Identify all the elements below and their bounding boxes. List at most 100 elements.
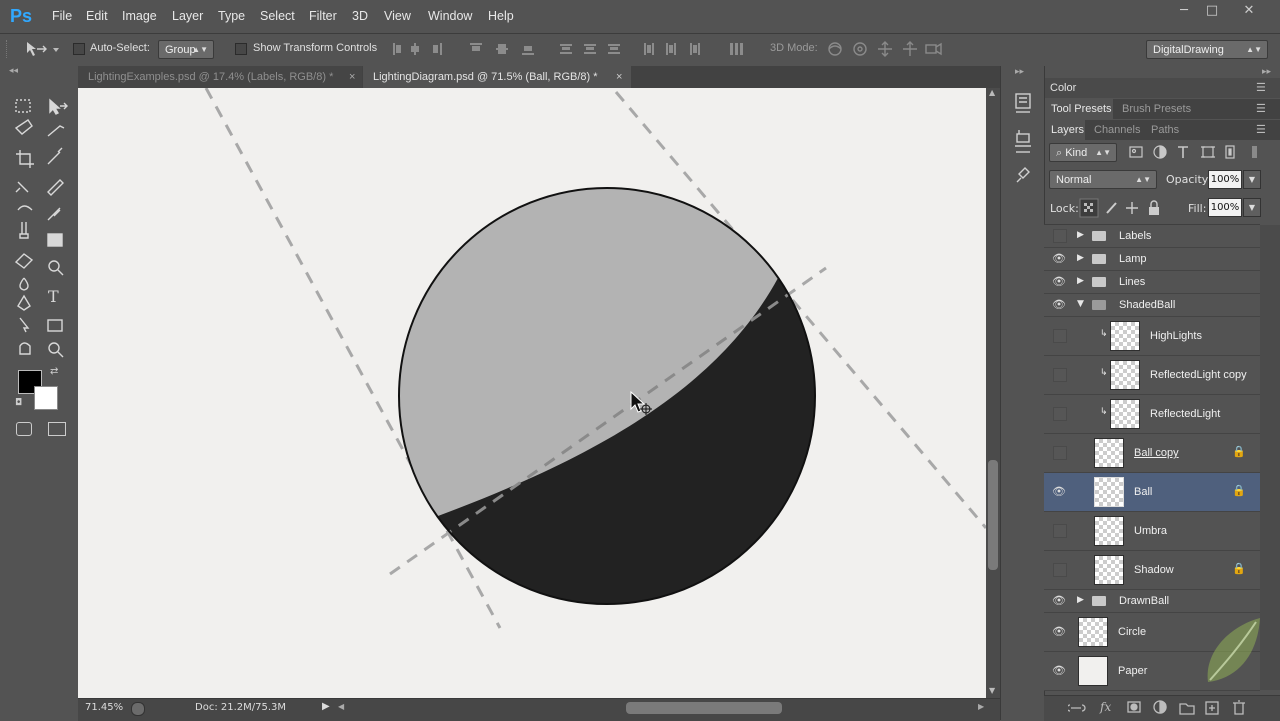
color-panel-header[interactable]: Color ☰ <box>1045 78 1280 98</box>
menu-select[interactable]: Select <box>260 0 295 33</box>
expand-group-icon[interactable]: ▶ <box>1077 595 1084 605</box>
vertical-scrollbar[interactable]: ▲ ▼ <box>986 88 1000 698</box>
visibility-toggle[interactable] <box>1053 563 1067 577</box>
panel-menu-icon[interactable]: ☰ <box>1256 78 1266 98</box>
scroll-down-icon[interactable]: ▼ <box>989 686 995 695</box>
panel-menu-icon[interactable]: ☰ <box>1256 99 1266 119</box>
collapse-toolbar-icon[interactable]: ◂◂ <box>9 66 18 76</box>
expand-group-icon[interactable]: ▶ <box>1077 276 1084 286</box>
tab-channels[interactable]: Channels <box>1094 120 1140 140</box>
visibility-toggle[interactable] <box>1053 329 1067 343</box>
layer-name: Lines <box>1119 276 1146 288</box>
eye-icon[interactable]: 👁 <box>1052 252 1066 266</box>
expand-group-icon[interactable]: ▶ <box>1077 230 1084 240</box>
menu-view[interactable]: View <box>384 0 411 33</box>
layer-thumbnail <box>1110 360 1140 390</box>
layer-row-ball-copy[interactable]: Ball copy 🔒 <box>1044 434 1260 473</box>
eye-icon[interactable]: 👁 <box>1052 298 1066 312</box>
visibility-toggle[interactable] <box>1053 524 1067 538</box>
collapse-panels-icon[interactable]: ▸▸ <box>1262 67 1271 77</box>
document-canvas[interactable] <box>78 88 986 698</box>
lock-options-icons[interactable] <box>1079 198 1169 218</box>
zoom-level[interactable]: 71.45% <box>85 702 123 713</box>
tab-tool-presets[interactable]: Tool Presets <box>1045 99 1113 119</box>
status-menu-arrow-icon[interactable]: ▶ <box>322 701 330 712</box>
tab-layers[interactable]: Layers <box>1045 120 1085 140</box>
panel-strip-icons[interactable] <box>1013 90 1035 200</box>
menu-layer[interactable]: Layer <box>172 0 203 33</box>
eye-icon[interactable]: 👁 <box>1052 485 1066 499</box>
layer-row-highlights[interactable]: ↳ HighLights <box>1044 317 1260 356</box>
opacity-slider-toggle[interactable]: ▼ <box>1243 170 1261 189</box>
menu-image[interactable]: Image <box>122 0 157 33</box>
layer-row-umbra[interactable]: Umbra <box>1044 512 1260 551</box>
maximize-button[interactable]: □ <box>1200 4 1224 20</box>
background-color-swatch[interactable] <box>34 386 58 410</box>
menu-window[interactable]: Window <box>428 0 472 33</box>
eye-icon[interactable]: 👁 <box>1052 664 1066 678</box>
eye-icon[interactable]: 👁 <box>1052 594 1066 608</box>
layer-filter-icons[interactable] <box>1128 144 1258 160</box>
layer-row-drawnball[interactable]: 👁 ▶ DrawnBall <box>1044 590 1260 613</box>
tab-close-icon[interactable]: × <box>349 66 355 88</box>
tab-close-icon[interactable]: × <box>616 66 622 88</box>
menu-file[interactable]: File <box>52 0 72 33</box>
layer-row-reflectedlight[interactable]: ↳ ReflectedLight <box>1044 395 1260 434</box>
filter-kind-dropdown[interactable]: ⌕ Kind ▲▼ <box>1049 143 1117 162</box>
eye-icon[interactable]: 👁 <box>1052 625 1066 639</box>
visibility-toggle[interactable] <box>1053 229 1067 243</box>
expand-group-icon[interactable]: ▶ <box>1077 253 1084 263</box>
auto-select-dropdown[interactable]: Group ▲▼ <box>158 40 214 59</box>
layer-row-lines[interactable]: 👁 ▶ Lines <box>1044 271 1260 294</box>
eye-icon[interactable]: 👁 <box>1052 275 1066 289</box>
scroll-left-icon[interactable]: ◀ <box>338 702 344 711</box>
3d-mode-icons[interactable] <box>826 40 944 58</box>
quick-mask-icon[interactable] <box>16 422 32 436</box>
opacity-input[interactable]: 100% <box>1208 170 1242 189</box>
show-transform-checkbox[interactable] <box>235 43 247 55</box>
panel-menu-icon[interactable]: ☰ <box>1256 120 1266 140</box>
auto-select-checkbox[interactable] <box>73 43 85 55</box>
workspace-dropdown[interactable]: DigitalDrawing ▲▼ <box>1146 40 1268 59</box>
layer-row-reflectedlight-copy[interactable]: ↳ ReflectedLight copy <box>1044 356 1260 395</box>
layers-action-icons[interactable]: fx <box>1068 698 1252 716</box>
menu-3d[interactable]: 3D <box>352 0 368 33</box>
layer-row-lamp[interactable]: 👁 ▶ Lamp <box>1044 248 1260 271</box>
menu-help[interactable]: Help <box>488 0 514 33</box>
move-tool-preset-icon[interactable] <box>24 40 60 58</box>
tab-brush-presets[interactable]: Brush Presets <box>1122 99 1191 119</box>
horizontal-scroll-thumb[interactable] <box>626 702 782 714</box>
scroll-right-icon[interactable]: ▶ <box>978 702 984 711</box>
visibility-toggle[interactable] <box>1053 407 1067 421</box>
vertical-scroll-thumb[interactable] <box>988 460 998 570</box>
menu-filter[interactable]: Filter <box>309 0 337 33</box>
fill-input[interactable]: 100% <box>1208 198 1242 217</box>
tab-lighting-examples[interactable]: LightingExamples.psd @ 17.4% (Labels, RG… <box>78 66 362 88</box>
align-distribute-icons[interactable] <box>390 40 760 58</box>
status-info-icon[interactable] <box>131 702 145 716</box>
grip-handle[interactable] <box>6 40 9 58</box>
swap-colors-icon[interactable]: ⇄ <box>50 366 58 377</box>
visibility-toggle[interactable] <box>1053 368 1067 382</box>
default-colors-icon[interactable]: ◘ <box>15 398 22 408</box>
scroll-up-icon[interactable]: ▲ <box>989 88 995 97</box>
menu-edit[interactable]: Edit <box>86 0 108 33</box>
fill-slider-toggle[interactable]: ▼ <box>1243 198 1261 217</box>
tab-paths[interactable]: Paths <box>1151 120 1179 140</box>
minimize-button[interactable]: ─ <box>1172 4 1196 20</box>
layer-row-shadedball[interactable]: 👁 ▼ ShadedBall <box>1044 294 1260 317</box>
blend-mode-dropdown[interactable]: Normal ▲▼ <box>1049 170 1157 189</box>
layer-row-ball[interactable]: 👁 Ball 🔒 <box>1044 473 1260 512</box>
layer-row-shadow[interactable]: Shadow 🔒 <box>1044 551 1260 590</box>
auto-select-label: Auto-Select: <box>90 42 150 54</box>
layer-row-labels[interactable]: ▶ Labels <box>1044 225 1260 248</box>
close-window-button[interactable]: ✕ <box>1237 4 1261 20</box>
visibility-toggle[interactable] <box>1053 446 1067 460</box>
show-transform-label: Show Transform Controls <box>253 42 378 54</box>
menu-type[interactable]: Type <box>218 0 245 33</box>
screen-mode-icon[interactable] <box>48 422 66 436</box>
tab-lighting-diagram[interactable]: LightingDiagram.psd @ 71.5% (Ball, RGB/8… <box>363 66 631 88</box>
expand-panels-icon[interactable]: ▸▸ <box>1015 67 1024 77</box>
tab-color[interactable]: Color <box>1050 78 1076 98</box>
collapse-group-icon[interactable]: ▼ <box>1077 299 1084 309</box>
